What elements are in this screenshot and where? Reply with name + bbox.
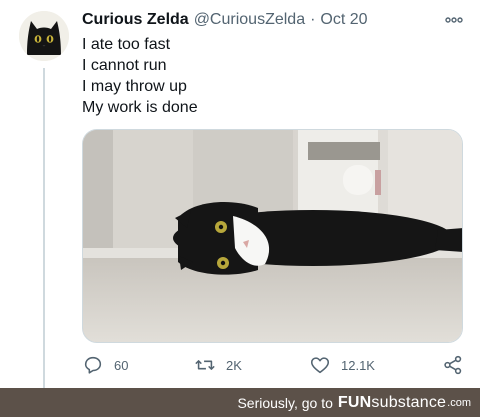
tweet-line: My work is done — [82, 99, 198, 116]
reply-button[interactable]: 60 — [82, 353, 128, 377]
cat-avatar-icon — [19, 11, 69, 61]
tweet-date[interactable]: Oct 20 — [320, 11, 367, 29]
share-icon — [444, 355, 462, 375]
tweet: Curious Zelda @CuriousZelda · Oct 20 I a… — [0, 0, 480, 388]
more-options-button[interactable] — [444, 11, 464, 29]
tweet-text: I ate too fast I cannot run I may throw … — [82, 34, 462, 118]
heart-icon — [310, 357, 330, 374]
display-name[interactable]: Curious Zelda — [82, 11, 189, 29]
retweet-count: 2K — [226, 357, 242, 373]
retweet-icon — [195, 360, 215, 370]
brand-tld: .com — [447, 396, 471, 409]
tweet-line: I may throw up — [82, 78, 187, 95]
footer-prefix: Seriously, go to — [237, 394, 333, 411]
cat-photo-icon — [83, 130, 462, 342]
tweet-header: Curious Zelda @CuriousZelda · Oct 20 — [82, 10, 368, 30]
funsubstance-logo[interactable]: FUNsubstance — [338, 394, 446, 412]
like-button[interactable]: 12.1K — [309, 353, 375, 377]
retweet-button[interactable]: 2K — [194, 353, 242, 377]
tweet-actions: 60 2K 12.1K — [82, 353, 464, 377]
avatar[interactable] — [19, 11, 69, 61]
thread-line — [43, 68, 45, 388]
tweet-line: I ate too fast — [82, 36, 171, 53]
share-button[interactable] — [442, 353, 464, 377]
reply-icon — [84, 356, 102, 374]
reply-count: 60 — [114, 357, 129, 373]
site-footer-banner[interactable]: Seriously, go to FUNsubstance .com — [0, 388, 480, 417]
tweet-media[interactable] — [82, 129, 463, 343]
tweet-line: I cannot run — [82, 57, 167, 74]
brand-rest: substance — [371, 393, 447, 411]
more-dots-icon — [445, 17, 463, 23]
separator-dot: · — [310, 11, 316, 28]
user-handle[interactable]: @CuriousZelda — [194, 11, 305, 29]
brand-bold: FUN — [337, 393, 372, 411]
like-count: 12.1K — [341, 357, 375, 373]
